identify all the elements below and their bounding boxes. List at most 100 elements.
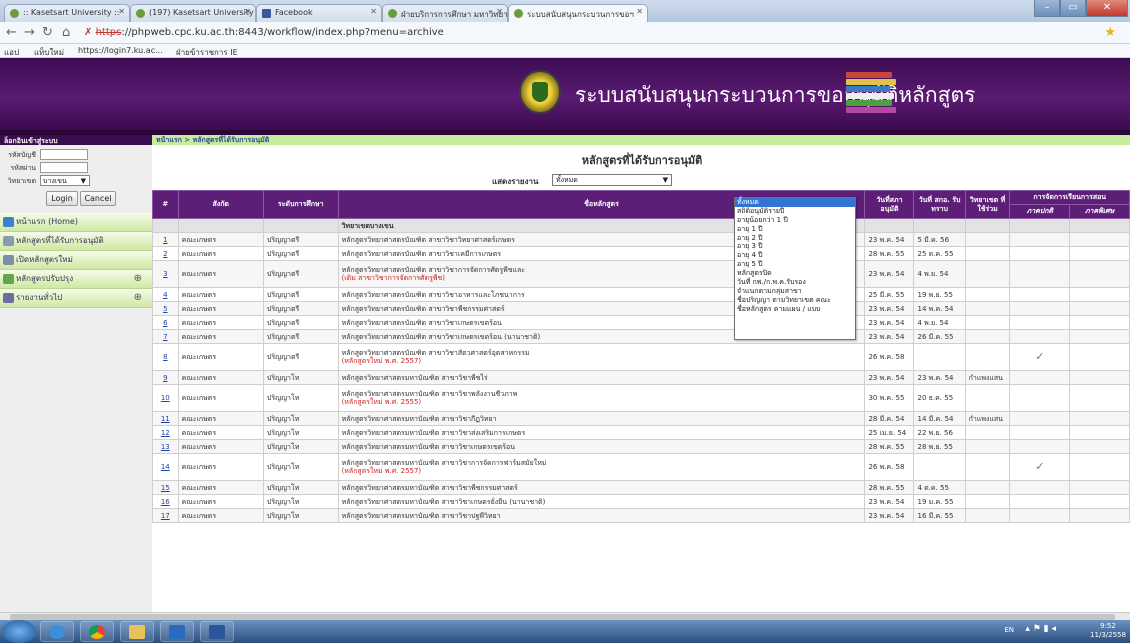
table-row[interactable]: 9 คณะเกษตร ปริญญาโท หลักสูตรวิทยาศาสตรมหาบั…: [152, 370, 1130, 385]
table-row[interactable]: 15 คณะเกษตร ปริญญาโท หลักสูตรวิทยาศาสตรมหาบ…: [152, 480, 1130, 495]
dropdown-option[interactable]: หลักสูตรปิด: [735, 269, 855, 278]
sidebar-item-revised-course[interactable]: หลักสูตรปรับปรุง ⊕: [0, 270, 152, 289]
taskbar-media[interactable]: [160, 621, 194, 642]
dropdown-option[interactable]: อายุน้อยกว่า 1 ปี: [735, 216, 855, 225]
taskbar-word[interactable]: [200, 621, 234, 642]
dropdown-option[interactable]: ทั้งหมด: [735, 198, 855, 207]
expand-icon[interactable]: ⊕: [134, 270, 142, 288]
clock[interactable]: 9:52 11/3/2558: [1090, 622, 1126, 640]
row-number-link[interactable]: 1: [152, 232, 179, 247]
close-tab-icon[interactable]: ✕: [244, 7, 251, 16]
table-row[interactable]: 8 คณะเกษตร ปริญญาตรี หลักสูตรวิทยาศาสตรบัณฑ…: [152, 343, 1130, 371]
row-number-link[interactable]: 9: [152, 370, 179, 385]
dropdown-option[interactable]: อายุ 2 ปี: [735, 234, 855, 243]
report-select[interactable]: ทั้งหมด ▼: [552, 174, 672, 186]
table-row[interactable]: 7 คณะเกษตร ปริญญาตรี หลักสูตรวิทยาศาสตรบัณฑ…: [152, 329, 1130, 344]
bookmark-star-icon[interactable]: ★: [1104, 25, 1116, 40]
bookmark-login[interactable]: https://login7.ku.ac...: [78, 46, 163, 55]
row-number-link[interactable]: 2: [152, 246, 179, 261]
sidebar-item-approved[interactable]: หลักสูตรที่ได้รับการอนุมัติ: [0, 232, 152, 251]
maximize-icon[interactable]: ▭: [1060, 0, 1086, 17]
dropdown-option[interactable]: จำแนกตามกลุ่มสาขา: [735, 287, 855, 296]
table-row[interactable]: 2 คณะเกษตร ปริญญาตรี หลักสูตรวิทยาศาสตรบัณฑ…: [152, 246, 1130, 261]
table-row[interactable]: 16 คณะเกษตร ปริญญาโท หลักสูตรวิทยาศาสตรมหาบ…: [152, 494, 1130, 509]
login-button[interactable]: Login: [46, 191, 78, 206]
password-input[interactable]: [40, 162, 88, 173]
table-row[interactable]: 13 คณะเกษตร ปริญญาโท หลักสูตรวิทยาศาสตรมหาบ…: [152, 439, 1130, 454]
row-number-link[interactable]: 7: [152, 329, 179, 344]
table-row[interactable]: 3 คณะเกษตร ปริญญาตรี หลักสูตรวิทยาศาสตรบัณฑ…: [152, 260, 1130, 288]
table-row[interactable]: 14 คณะเกษตร ปริญญาโท หลักสูตรวิทยาศาสตรมหาบ…: [152, 453, 1130, 481]
home-icon[interactable]: ⌂: [62, 25, 70, 40]
back-arrow-icon[interactable]: ←: [6, 25, 17, 40]
row-number-link[interactable]: 3: [152, 260, 179, 288]
close-window-icon[interactable]: ✕: [1086, 0, 1128, 17]
dropdown-option[interactable]: ชื่อปริญญา ตามวิทยาเขต คณะ: [735, 296, 855, 305]
horizontal-scrollbar[interactable]: [0, 612, 1130, 620]
dropdown-option[interactable]: ชื่อหลักสูตร ตามแผน / แบบ: [735, 305, 855, 314]
level-cell: ปริญญาโท: [262, 439, 339, 454]
regular-cell: [1009, 315, 1071, 330]
row-number-link[interactable]: 15: [152, 480, 179, 495]
dropdown-option[interactable]: อายุ 5 ปี: [735, 260, 855, 269]
row-number-link[interactable]: 14: [152, 453, 179, 481]
dropdown-option[interactable]: อายุ 3 ปี: [735, 242, 855, 251]
sidebar-item-new-course[interactable]: เปิดหลักสูตรใหม่: [0, 251, 152, 270]
row-number-link[interactable]: 17: [152, 508, 179, 523]
taskbar-chrome[interactable]: [80, 621, 114, 642]
site-header-banner: ระบบสนับสนุนกระบวนการขออนุมัติหลักสูตร: [0, 58, 1130, 130]
taskbar-ie[interactable]: [40, 621, 74, 642]
row-number-link[interactable]: 6: [152, 315, 179, 330]
row-number-link[interactable]: 4: [152, 287, 179, 302]
sidebar-item-reports[interactable]: รายงานทั่วไป ⊕: [0, 289, 152, 308]
close-tab-icon[interactable]: ✕: [118, 7, 125, 16]
table-row[interactable]: 11 คณะเกษตร ปริญญาโท หลักสูตรวิทยาศาสตรมหาบ…: [152, 411, 1130, 426]
course-name-text: หลักสูตรวิทยาศาสตรบัณฑิต สาขาวิชาการจัดก…: [341, 266, 526, 274]
browser-tab-kasetsart[interactable]: :: Kasetsart University :: ✕: [4, 4, 130, 22]
table-row[interactable]: 12 คณะเกษตร ปริญญาโท หลักสูตรวิทยาศาสตรมหาบ…: [152, 425, 1130, 440]
minimize-icon[interactable]: –: [1034, 0, 1060, 17]
table-row[interactable]: 1 คณะเกษตร ปริญญาตรี หลักสูตรวิทยาศาสตรบัณฑ…: [152, 232, 1130, 247]
table-row[interactable]: 5 คณะเกษตร ปริญญาตรี หลักสูตรวิทยาศาสตรบัณฑ…: [152, 301, 1130, 316]
special-cell: [1069, 329, 1130, 344]
cancel-button[interactable]: Cancel: [80, 191, 116, 206]
close-tab-icon[interactable]: ✕: [496, 7, 503, 16]
table-row[interactable]: 4 คณะเกษตร ปริญญาตรี หลักสูตรวิทยาศาสตรบัณฑ…: [152, 287, 1130, 302]
table-row[interactable]: 10 คณะเกษตร ปริญญาโท หลักสูตรวิทยาศาสตรมหาบ…: [152, 384, 1130, 412]
reload-icon[interactable]: ↻: [42, 25, 53, 40]
taskbar-explorer[interactable]: [120, 621, 154, 642]
browser-tab-kasetsart-2[interactable]: (197) Kasetsart University ✕: [130, 4, 256, 22]
close-tab-icon[interactable]: ✕: [636, 7, 643, 16]
row-number-link[interactable]: 5: [152, 301, 179, 316]
column-header-level: ระดับการศึกษา: [262, 190, 339, 219]
sidebar-item-home[interactable]: หน้าแรก (Home): [0, 213, 152, 232]
browser-tab-registrar[interactable]: ฝ่ายบริการการศึกษา มหาวิทยาลัย ✕: [382, 4, 508, 22]
browser-tab-workflow[interactable]: ระบบสนับสนุนกระบวนการขอฯ ✕: [508, 4, 648, 22]
special-cell: [1069, 232, 1130, 247]
dropdown-option[interactable]: วันที่ กพ./ก.พ.ค.รับรอง: [735, 278, 855, 287]
username-input[interactable]: [40, 149, 88, 160]
row-number-link[interactable]: 11: [152, 411, 179, 426]
special-cell: [1069, 425, 1130, 440]
language-indicator[interactable]: EN: [1004, 626, 1014, 634]
breadcrumb-home[interactable]: หน้าแรก: [156, 136, 182, 144]
row-number-link[interactable]: 10: [152, 384, 179, 412]
row-number-link[interactable]: 13: [152, 439, 179, 454]
expand-icon[interactable]: ⊕: [134, 289, 142, 307]
browser-tab-facebook[interactable]: Facebook ✕: [256, 4, 382, 22]
campus-select[interactable]: บางเขน ▼: [40, 175, 90, 186]
forward-arrow-icon[interactable]: →: [24, 25, 35, 40]
url-field[interactable]: ✗ https://phpweb.cpc.ku.ac.th:8443/workf…: [84, 25, 1094, 41]
tray-icons[interactable]: ▴ ⚑ ▮ ◂: [1025, 624, 1056, 634]
dropdown-option[interactable]: อายุ 4 ปี: [735, 251, 855, 260]
table-row[interactable]: 6 คณะเกษตร ปริญญาตรี หลักสูตรวิทยาศาสตรบัณฑ…: [152, 315, 1130, 330]
table-row[interactable]: 17 คณะเกษตร ปริญญาโท หลักสูตรวิทยาศาสตรมหาบ…: [152, 508, 1130, 523]
row-number-link[interactable]: 8: [152, 343, 179, 371]
start-button[interactable]: [2, 620, 36, 643]
dropdown-option[interactable]: อายุ 1 ปี: [735, 225, 855, 234]
row-number-link[interactable]: 12: [152, 425, 179, 440]
close-tab-icon[interactable]: ✕: [370, 7, 377, 16]
regular-cell: ✓: [1009, 343, 1071, 371]
dropdown-option[interactable]: สถิติอนุมัติรายปี: [735, 207, 855, 216]
row-number-link[interactable]: 16: [152, 494, 179, 509]
